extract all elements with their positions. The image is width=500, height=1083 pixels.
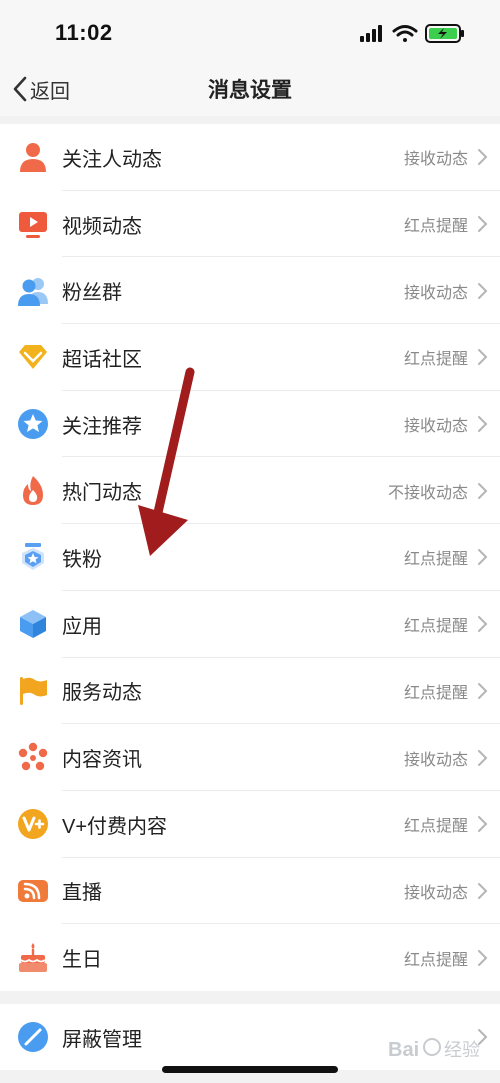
nav-bar: 返回 消息设置 <box>0 62 500 116</box>
setting-value: 接收动态 <box>403 884 468 902</box>
setting-label: 关注推荐 <box>62 415 142 438</box>
setting-value: 红点提醒 <box>403 351 468 369</box>
setting-value: 接收动态 <box>403 751 468 769</box>
chevron-right-icon <box>478 482 488 499</box>
status-bar: 11:02 <box>0 0 500 62</box>
setting-label: V+付费内容 <box>62 815 168 838</box>
svg-text:Bai: Bai <box>388 1039 419 1061</box>
setting-label: 内容资讯 <box>62 749 142 772</box>
setting-label: 应用 <box>62 615 102 638</box>
setting-row-follow-updates[interactable]: 关注人动态 接收动态 <box>0 124 500 191</box>
setting-label: 粉丝群 <box>62 282 122 305</box>
status-icons <box>360 24 464 43</box>
setting-value: 红点提醒 <box>403 551 468 569</box>
setting-row-super-topic[interactable]: 超话社区 红点提醒 <box>0 324 500 391</box>
star-badge-icon <box>18 409 48 440</box>
chevron-right-icon <box>478 349 488 366</box>
setting-label: 铁粉 <box>62 548 102 571</box>
setting-row-paid-content[interactable]: V+付费内容 红点提醒 <box>0 791 500 858</box>
group-icon <box>18 277 48 306</box>
setting-value: 不接收动态 <box>387 484 468 502</box>
home-indicator[interactable] <box>162 1066 338 1073</box>
setting-row-follow-recommend[interactable]: 关注推荐 接收动态 <box>0 391 500 458</box>
setting-row-iron-fans[interactable]: 铁粉 红点提醒 <box>0 524 500 591</box>
chevron-right-icon <box>478 882 488 899</box>
setting-value: 红点提醒 <box>403 218 468 236</box>
chevron-right-icon <box>478 682 488 699</box>
chevron-right-icon <box>478 282 488 299</box>
svg-text:经验: 经验 <box>444 1040 480 1061</box>
chevron-right-icon <box>478 149 488 166</box>
signal-icon <box>360 25 382 42</box>
chevron-right-icon <box>478 416 488 433</box>
setting-label: 生日 <box>62 949 102 972</box>
setting-value: 接收动态 <box>403 151 468 169</box>
setting-row-birthday[interactable]: 生日 红点提醒 <box>0 924 500 991</box>
setting-value: 接收动态 <box>403 418 468 436</box>
setting-label: 超话社区 <box>62 348 142 371</box>
setting-row-hot-updates[interactable]: 热门动态 不接收动态 <box>0 457 500 525</box>
page-title: 消息设置 <box>208 79 292 102</box>
setting-label: 热门动态 <box>62 482 142 505</box>
live-broadcast-icon <box>18 879 48 902</box>
setting-label: 视频动态 <box>62 215 142 238</box>
baidu-watermark: Bai 经验 <box>388 1038 480 1061</box>
setting-row-apps[interactable]: 应用 红点提醒 <box>0 591 500 658</box>
block-icon <box>18 1022 48 1053</box>
person-icon <box>20 143 46 173</box>
setting-label: 关注人动态 <box>62 148 162 171</box>
video-play-icon <box>19 212 47 239</box>
setting-value: 红点提醒 <box>403 951 468 969</box>
setting-label: 屏蔽管理 <box>62 1028 142 1051</box>
battery-icon <box>425 24 464 43</box>
setting-row-service-updates[interactable]: 服务动态 红点提醒 <box>0 658 500 725</box>
chevron-right-icon <box>478 216 488 233</box>
chevron-right-icon <box>478 549 488 566</box>
setting-value: 接收动态 <box>403 284 468 302</box>
diamond-icon <box>19 345 47 370</box>
chevron-right-icon <box>478 816 488 833</box>
setting-label: 服务动态 <box>62 682 142 705</box>
cube-icon <box>20 610 46 639</box>
flower-icon <box>18 742 48 770</box>
setting-value: 红点提醒 <box>403 818 468 836</box>
wifi-icon <box>392 25 418 42</box>
cake-icon <box>19 942 47 972</box>
setting-row-content-news[interactable]: 内容资讯 接收动态 <box>0 724 500 791</box>
status-time: 11:02 <box>55 20 113 45</box>
setting-label: 直播 <box>62 882 102 905</box>
setting-value: 红点提醒 <box>403 618 468 636</box>
flame-icon <box>23 475 43 505</box>
setting-row-video-updates[interactable]: 视频动态 红点提醒 <box>0 191 500 258</box>
setting-row-live[interactable]: 直播 接收动态 <box>0 858 500 925</box>
chevron-right-icon <box>478 749 488 766</box>
setting-row-fan-group[interactable]: 粉丝群 接收动态 <box>0 257 500 325</box>
chevron-right-icon <box>478 616 488 633</box>
flag-icon <box>20 676 47 705</box>
shield-star-icon <box>22 543 44 571</box>
setting-value: 红点提醒 <box>403 684 468 702</box>
chevron-right-icon <box>478 949 488 966</box>
v-plus-icon <box>18 809 48 840</box>
settings-list: 关注人动态 接收动态 视频动态 红点提醒 粉丝群 接收动态 超话社区 红点提醒 … <box>0 124 500 991</box>
